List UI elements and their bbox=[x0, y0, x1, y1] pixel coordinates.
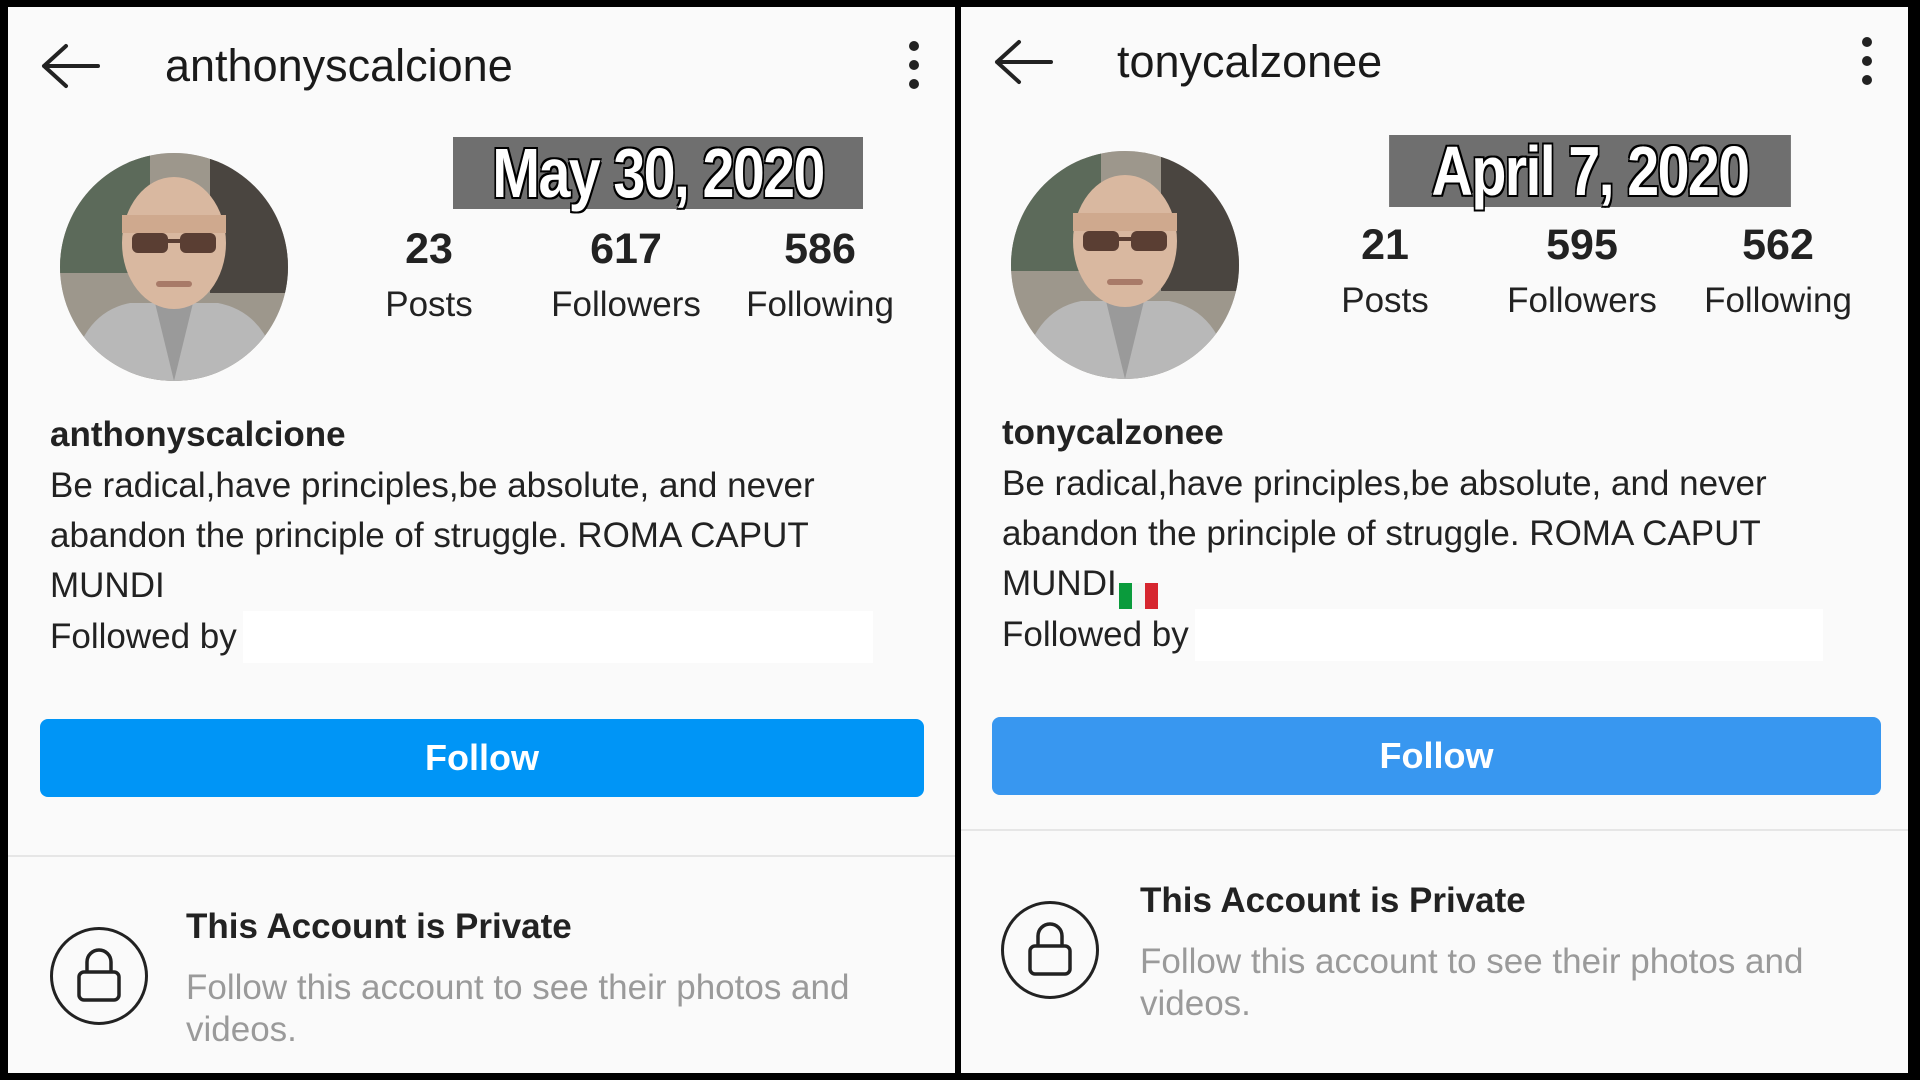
bio-name: anthonyscalcione bbox=[50, 415, 346, 454]
following-count: 562 bbox=[1742, 221, 1814, 269]
posts-label: Posts bbox=[1341, 281, 1429, 320]
lock-icon bbox=[50, 927, 148, 1025]
followers-count: 617 bbox=[590, 225, 662, 273]
avatar[interactable] bbox=[60, 153, 288, 381]
following-label: Following bbox=[746, 285, 894, 324]
followers-label: Followers bbox=[551, 285, 701, 324]
bio-line: Be radical,have principles,be absolute, … bbox=[50, 466, 815, 505]
following-label: Following bbox=[1704, 281, 1852, 320]
top-bar: tonycalzonee bbox=[961, 7, 1908, 117]
profile-bio: anthonyscalcione Be radical,have princip… bbox=[50, 409, 910, 663]
following-count: 586 bbox=[784, 225, 856, 273]
private-subtitle: Follow this account to see their photos … bbox=[1140, 942, 1804, 1023]
date-overlay: May 30, 2020 bbox=[453, 137, 863, 209]
profile-username-header: anthonyscalcione bbox=[165, 40, 513, 91]
followers-count: 595 bbox=[1546, 221, 1618, 269]
private-title: This Account is Private bbox=[186, 907, 572, 946]
stat-following[interactable]: 562 Following bbox=[1688, 217, 1868, 329]
profile-panel-left: anthonyscalcione May 30, 2020 23 Posts 6… bbox=[8, 7, 955, 1073]
divider bbox=[8, 855, 955, 857]
followed-by-row[interactable]: Followed by bbox=[1002, 609, 1862, 661]
stat-posts[interactable]: 21 Posts bbox=[1295, 217, 1475, 329]
bio-name: tonycalzonee bbox=[1002, 413, 1224, 452]
italy-flag-icon bbox=[1118, 573, 1159, 609]
posts-count: 23 bbox=[405, 225, 453, 273]
profile-username-header: tonycalzonee bbox=[1117, 36, 1383, 87]
back-arrow-icon[interactable] bbox=[36, 41, 100, 91]
profile-bio: tonycalzonee Be radical,have principles,… bbox=[1002, 407, 1862, 661]
private-subtitle: Follow this account to see their photos … bbox=[186, 968, 850, 1049]
followed-by-label: Followed by bbox=[50, 617, 237, 656]
followed-by-row[interactable]: Followed by bbox=[50, 611, 910, 663]
profile-panel-right: tonycalzonee April 7, 2020 21 Posts 595 … bbox=[961, 7, 1908, 1073]
follow-button[interactable]: Follow bbox=[40, 719, 924, 797]
posts-count: 21 bbox=[1361, 221, 1409, 269]
stat-posts[interactable]: 23 Posts bbox=[339, 221, 519, 333]
stat-following[interactable]: 586 Following bbox=[730, 221, 910, 333]
top-bar: anthonyscalcione bbox=[8, 7, 955, 117]
redacted-followers bbox=[1194, 609, 1823, 661]
follow-button[interactable]: Follow bbox=[992, 717, 1881, 795]
bio-line: Be radical,have principles,be absolute, … bbox=[1002, 464, 1767, 503]
bio-line-with-flag: MUNDI bbox=[1002, 559, 1862, 609]
stat-followers[interactable]: 595 Followers bbox=[1492, 217, 1672, 329]
screenshot-comparison: anthonyscalcione May 30, 2020 23 Posts 6… bbox=[0, 0, 1920, 1080]
more-options-icon[interactable] bbox=[1860, 37, 1874, 87]
avatar[interactable] bbox=[1011, 151, 1239, 379]
followers-label: Followers bbox=[1507, 281, 1657, 320]
private-title: This Account is Private bbox=[1140, 881, 1526, 920]
lock-icon bbox=[1001, 901, 1099, 999]
stat-followers[interactable]: 617 Followers bbox=[536, 221, 716, 333]
bio-line: abandon the principle of struggle. ROMA … bbox=[1002, 514, 1761, 553]
bio-line: abandon the principle of struggle. ROMA … bbox=[50, 516, 809, 555]
more-options-icon[interactable] bbox=[907, 41, 921, 91]
bio-line: MUNDI bbox=[50, 566, 165, 605]
posts-label: Posts bbox=[385, 285, 473, 324]
bio-line: MUNDI bbox=[1002, 564, 1117, 603]
redacted-followers bbox=[242, 611, 873, 663]
date-overlay: April 7, 2020 bbox=[1389, 135, 1791, 207]
back-arrow-icon[interactable] bbox=[989, 37, 1053, 87]
followed-by-label: Followed by bbox=[1002, 615, 1189, 654]
divider bbox=[961, 829, 1908, 831]
